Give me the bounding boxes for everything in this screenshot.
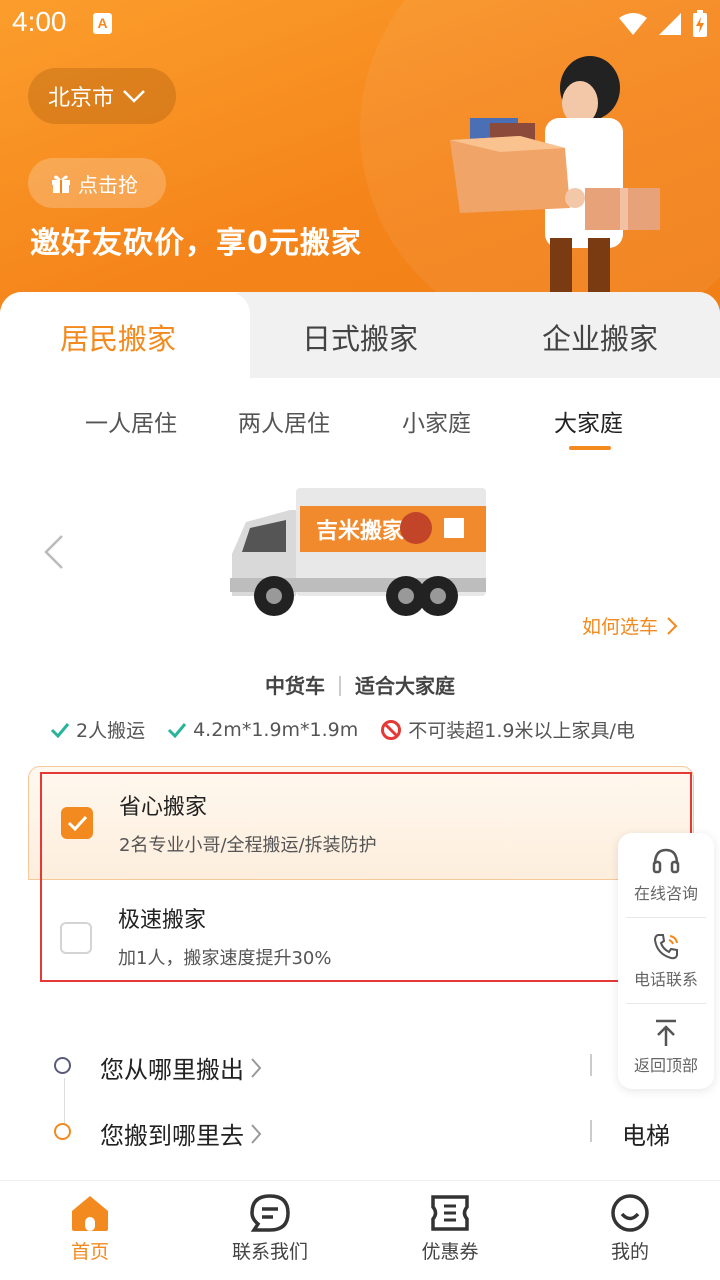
address-to[interactable]: 您搬到哪里去 电梯: [28, 1108, 694, 1158]
truck-carousel: 吉米搬家 如何选车: [0, 472, 720, 642]
feature-item: 2人搬运: [50, 716, 145, 743]
city-label: 北京市: [48, 86, 115, 111]
nav-coupons[interactable]: 优惠券: [390, 1193, 510, 1264]
chevron-right-icon: [251, 1123, 262, 1144]
chevron-left-icon[interactable]: [42, 534, 66, 570]
from-label: 您从哪里搬出: [100, 1056, 244, 1084]
address-from[interactable]: 您从哪里搬出 电梯: [28, 1042, 694, 1092]
subtab-large-family[interactable]: 大家庭: [554, 404, 623, 438]
online-consult-button[interactable]: 在线咨询: [618, 833, 714, 917]
gift-icon: [52, 175, 70, 193]
grab-button[interactable]: 点击抢: [28, 158, 166, 208]
truck-features: 2人搬运 4.2m*1.9m*1.9m 不可装超1.9米以上家具/电: [50, 716, 635, 743]
household-subtabs: 一人居住 两人居住 小家庭 大家庭: [0, 404, 720, 454]
chat-icon: [250, 1194, 290, 1232]
floating-menu: 在线咨询 电话联系 返回顶部: [618, 833, 714, 1089]
subtab-single[interactable]: 一人居住: [85, 404, 177, 438]
plan-express[interactable]: 极速搬家 加1人，搬家速度提升30%: [28, 880, 694, 994]
system-icons: [618, 10, 708, 38]
address-card: 您从哪里搬出 电梯 您搬到哪里去 电梯: [28, 1020, 694, 1190]
truck-info: 中货车 适合大家庭: [0, 670, 720, 699]
mover-illustration: [450, 56, 660, 298]
how-to-choose-label: 如何选车: [581, 616, 658, 638]
back-to-top-button[interactable]: 返回顶部: [618, 1005, 714, 1089]
coupon-icon: [431, 1195, 469, 1231]
check-icon: [67, 815, 88, 832]
truck-brand-text: 吉米搬家: [316, 518, 405, 544]
battery-charging-icon: [693, 10, 707, 37]
plan-title: 极速搬家: [118, 908, 207, 933]
subtab-indicator: [569, 446, 611, 450]
plan-desc: 加1人，搬家速度提升30%: [118, 948, 332, 969]
to-lift[interactable]: 电梯: [622, 1116, 670, 1151]
checkbox-unchecked[interactable]: [60, 922, 92, 954]
home-icon: [72, 1196, 108, 1231]
feature-item: 不可装超1.9米以上家具/电: [380, 716, 635, 743]
nav-mine[interactable]: 我的: [570, 1193, 690, 1264]
status-bar: 4:00 A: [0, 0, 720, 48]
city-selector[interactable]: 北京市: [28, 68, 176, 124]
signal-icon: [659, 13, 681, 35]
tab-japanese[interactable]: 日式搬家: [302, 316, 418, 358]
chevron-right-icon: [667, 616, 678, 635]
tab-enterprise[interactable]: 企业搬家: [542, 316, 658, 358]
truck-type: 中货车: [265, 674, 325, 698]
header-banner: 4:00 A 北京市 点击抢 邀好友砍价，享0元搬家: [0, 0, 720, 330]
from-dot: [54, 1057, 71, 1074]
to-dot: [54, 1123, 71, 1140]
how-to-choose-link[interactable]: 如何选车: [582, 612, 678, 639]
phone-contact-button[interactable]: 电话联系: [618, 919, 714, 1003]
checkbox-checked[interactable]: [61, 807, 93, 839]
to-label: 您搬到哪里去: [100, 1122, 244, 1150]
bottom-navigation: 首页 联系我们 优惠券 我的: [0, 1180, 720, 1280]
notification-icon: A: [93, 13, 112, 34]
smile-icon: [611, 1194, 649, 1232]
plan-worry-free[interactable]: 省心搬家 2名专业小哥/全程搬运/拆装防护: [28, 766, 694, 880]
back-to-top-icon: [656, 1019, 676, 1046]
truck-image: 吉米搬家: [230, 488, 486, 616]
phone-icon: [653, 934, 678, 960]
check-icon: [50, 722, 70, 738]
tab-residential[interactable]: 居民搬家: [60, 316, 176, 358]
status-time: 4:00: [12, 6, 67, 37]
nav-contact[interactable]: 联系我们: [210, 1193, 330, 1264]
feature-item: 4.2m*1.9m*1.9m: [167, 719, 358, 741]
wifi-icon: [619, 13, 647, 35]
plan-options: 省心搬家 2名专业小哥/全程搬运/拆装防护 极速搬家 加1人，搬家速度提升30%: [28, 766, 694, 998]
truck-suitable: 适合大家庭: [355, 674, 455, 698]
plan-desc: 2名专业小哥/全程搬运/拆装防护: [119, 835, 377, 856]
plan-title: 省心搬家: [119, 795, 208, 820]
check-icon: [168, 722, 187, 738]
grab-label: 点击抢: [78, 172, 138, 197]
headset-icon: [652, 848, 680, 874]
promo-text: 邀好友砍价，享0元搬家: [30, 226, 362, 261]
nav-home[interactable]: 首页: [30, 1193, 150, 1264]
chevron-right-icon: [251, 1057, 262, 1078]
chevron-down-icon: [123, 90, 145, 103]
subtab-couple[interactable]: 两人居住: [238, 404, 330, 438]
service-tabs: 居民搬家 日式搬家 企业搬家: [0, 292, 720, 378]
subtab-small-family[interactable]: 小家庭: [402, 404, 471, 438]
prohibited-icon: [381, 719, 402, 740]
